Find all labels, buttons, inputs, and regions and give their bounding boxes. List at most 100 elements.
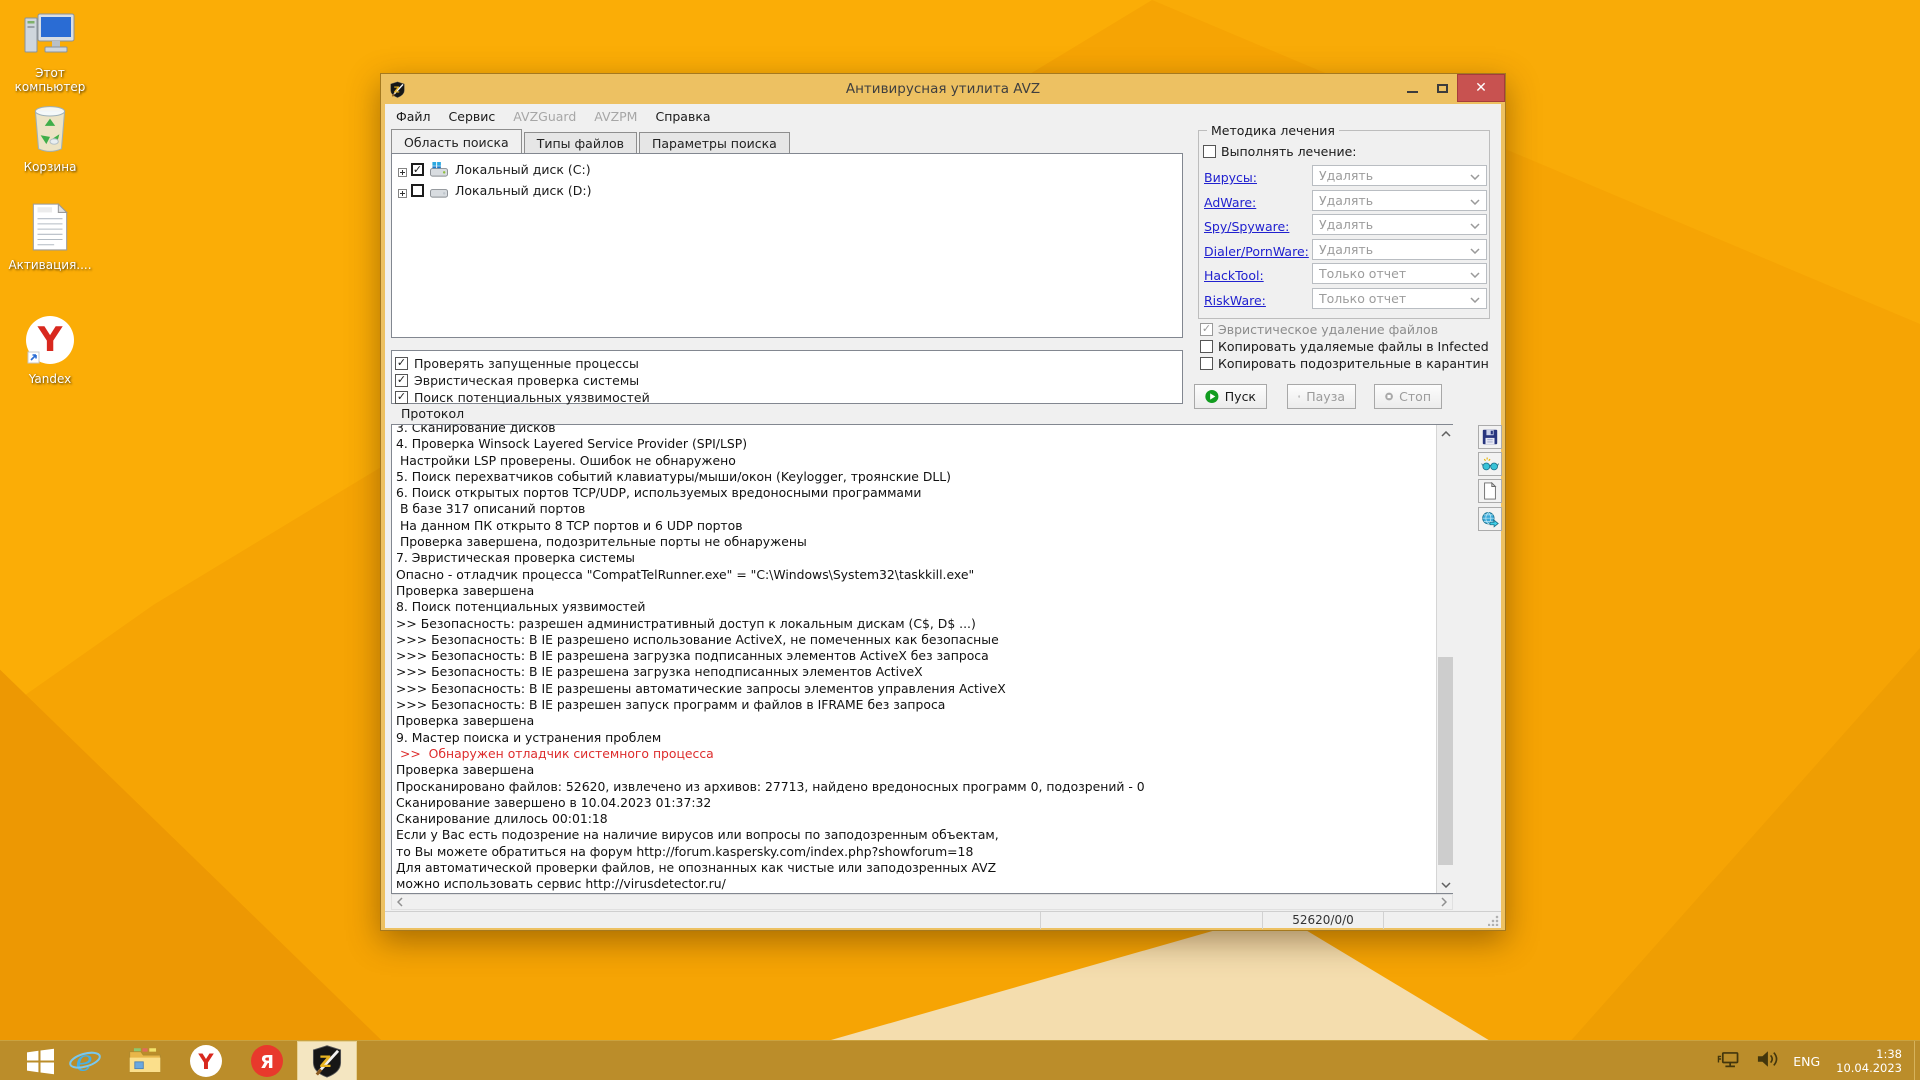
start-button[interactable]: Пуск: [1194, 384, 1267, 409]
scroll-down-icon[interactable]: [1437, 876, 1454, 893]
treatment-option-row[interactable]: Копировать подозрительные в карантин: [1200, 355, 1500, 371]
log-line: Для автоматической проверки файлов, не о…: [396, 860, 1452, 876]
yandex-browser-icon[interactable]: Y: [187, 1041, 225, 1080]
pause-button[interactable]: Пауза: [1287, 384, 1356, 409]
treatment-category-row: Spy/Spyware: Удалять: [1199, 213, 1489, 238]
save-protocol-button[interactable]: [1478, 425, 1502, 449]
protocol-log[interactable]: 3. Сканирование дисков4. Проверка Winsoc…: [391, 424, 1453, 894]
chevron-down-icon: [1470, 168, 1486, 183]
treatment-action-combo[interactable]: Только отчет: [1312, 288, 1487, 309]
treatment-category-link[interactable]: Dialer/PornWare:: [1204, 244, 1309, 259]
scroll-left-icon[interactable]: [392, 895, 408, 909]
tab-file-types[interactable]: Типы файлов: [524, 132, 637, 153]
treatment-category-link[interactable]: Spy/Spyware:: [1204, 219, 1289, 234]
drive-label: Локальный диск (D:): [455, 183, 592, 198]
play-icon: [1205, 389, 1219, 404]
scan-option-checkbox[interactable]: [395, 391, 408, 404]
treatment-category-link[interactable]: Вирусы:: [1204, 170, 1257, 185]
log-line: Сканирование завершено в 10.04.2023 01:3…: [396, 795, 1452, 811]
svg-text:Z: Z: [319, 1052, 331, 1071]
combo-value: Удалять: [1313, 168, 1470, 183]
scan-option-label: Проверять запущенные процессы: [414, 356, 639, 371]
close-button[interactable]: ✕: [1457, 74, 1505, 102]
show-desktop-button[interactable]: [1914, 1041, 1920, 1080]
tab-search-params[interactable]: Параметры поиска: [639, 132, 790, 153]
treatment-option-row[interactable]: Копировать удаляемые файлы в Infected: [1200, 338, 1500, 354]
desktop-icon-this-pc[interactable]: Этот компьютер: [0, 12, 100, 94]
speaker-icon[interactable]: [1755, 1049, 1779, 1073]
drive-row[interactable]: Локальный диск (C:): [396, 159, 1178, 180]
treatment-category-row: Вирусы: Удалять: [1199, 164, 1489, 189]
perform-treatment-checkbox[interactable]: [1203, 145, 1216, 158]
desktop-icon-yandex-shortcut[interactable]: YYandex: [0, 314, 100, 386]
scan-option-row[interactable]: Эвристическая проверка системы: [395, 372, 1179, 388]
titlebar[interactable]: Z Антивирусная утилита AVZ ✕: [381, 74, 1505, 104]
log-line: >>> Безопасность: В IE разрешены автомат…: [396, 681, 1452, 697]
internet-explorer-icon[interactable]: e: [66, 1041, 104, 1080]
combo-value: Удалять: [1313, 193, 1470, 208]
desktop-icon-activation-doc[interactable]: Активация....: [0, 202, 100, 272]
clear-protocol-button[interactable]: [1478, 479, 1502, 503]
treatment-action-combo[interactable]: Только отчет: [1312, 263, 1487, 284]
drive-row[interactable]: Локальный диск (D:): [396, 180, 1178, 201]
send-protocol-button[interactable]: [1478, 507, 1502, 531]
treatment-action-combo[interactable]: Удалять: [1312, 165, 1487, 186]
scan-option-row[interactable]: Поиск потенциальных уязвимостей: [395, 389, 1179, 405]
scan-options-panel: Проверять запущенные процессыЭвристическ…: [391, 350, 1183, 404]
tab-search-area[interactable]: Область поиска: [391, 129, 522, 153]
view-protocol-button[interactable]: [1478, 452, 1502, 476]
log-horizontal-scrollbar[interactable]: [391, 894, 1453, 910]
treatment-action-combo[interactable]: Удалять: [1312, 190, 1487, 211]
log-line: Проверка завершена: [396, 713, 1452, 729]
taskbar: e Y Я Z ENG 1:38 10.04.2023: [0, 1040, 1920, 1080]
treatment-action-combo[interactable]: Удалять: [1312, 214, 1487, 235]
file-explorer-icon[interactable]: [126, 1041, 164, 1080]
stop-button[interactable]: Стоп: [1374, 384, 1442, 409]
scroll-up-icon[interactable]: [1437, 425, 1454, 442]
scroll-right-icon[interactable]: [1436, 895, 1452, 909]
pause-icon: [1298, 389, 1300, 404]
desktop-icon-recycle-bin[interactable]: Корзина: [0, 104, 100, 174]
log-line: 8. Поиск потенциальных уязвимостей: [396, 599, 1452, 615]
treatment-extra-options: Эвристическое удаление файловКопировать …: [1200, 321, 1500, 372]
perform-treatment-row[interactable]: Выполнять лечение:: [1203, 144, 1357, 159]
avz-taskbar-icon[interactable]: Z: [297, 1041, 357, 1080]
treatment-category-link[interactable]: HackTool:: [1204, 268, 1264, 283]
treatment-category-row: AdWare: Удалять: [1199, 189, 1489, 214]
menu-file[interactable]: Файл: [387, 105, 440, 128]
d-drive-icon: [429, 183, 449, 199]
treatment-category-link[interactable]: AdWare:: [1204, 195, 1256, 210]
perform-treatment-label: Выполнять лечение:: [1221, 144, 1357, 159]
scan-option-checkbox[interactable]: [395, 357, 408, 370]
treatment-option-checkbox[interactable]: [1200, 357, 1213, 370]
menu-help[interactable]: Справка: [646, 105, 719, 128]
desktop-icon-label: Корзина: [0, 160, 100, 174]
drive-checkbox[interactable]: [411, 184, 424, 197]
resize-grip[interactable]: [1488, 915, 1499, 926]
document-icon: [29, 202, 71, 256]
yandex-app-icon[interactable]: Я: [248, 1041, 286, 1080]
desktop-icon-label: Этот компьютер: [0, 66, 100, 94]
network-icon[interactable]: [1715, 1048, 1741, 1074]
menu-service[interactable]: Сервис: [440, 105, 505, 128]
c-drive-icon: [429, 162, 449, 178]
maximize-button[interactable]: [1427, 74, 1457, 102]
language-indicator[interactable]: ENG: [1793, 1054, 1820, 1069]
treatment-category-link[interactable]: RiskWare:: [1204, 293, 1266, 308]
minimize-button[interactable]: [1397, 74, 1427, 102]
treatment-option-row: Эвристическое удаление файлов: [1200, 321, 1500, 337]
scrollbar-thumb[interactable]: [1438, 657, 1453, 865]
treatment-option-checkbox[interactable]: [1200, 340, 1213, 353]
scan-option-row[interactable]: Проверять запущенные процессы: [395, 355, 1179, 371]
clock[interactable]: 1:38 10.04.2023: [1836, 1047, 1902, 1075]
scan-counter: 52620/0/0: [1263, 912, 1384, 929]
recycle-bin-icon: [27, 104, 73, 158]
drive-checkbox[interactable]: [411, 163, 424, 176]
start-button-taskbar[interactable]: [18, 1041, 62, 1080]
chevron-down-icon: [1470, 217, 1486, 232]
log-line: Просканировано файлов: 52620, извлечено …: [396, 779, 1452, 795]
log-line: Проверка завершена, подозрительные порты…: [396, 534, 1452, 550]
log-vertical-scrollbar[interactable]: [1436, 425, 1453, 893]
scan-option-checkbox[interactable]: [395, 374, 408, 387]
treatment-action-combo[interactable]: Удалять: [1312, 239, 1487, 260]
